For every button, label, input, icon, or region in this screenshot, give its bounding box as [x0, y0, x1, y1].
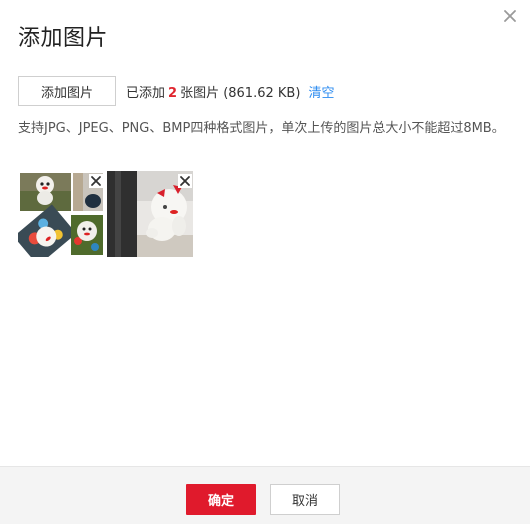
close-icon[interactable] — [502, 8, 518, 24]
dialog-footer: 确定 取消 — [0, 466, 530, 524]
status-suffix: 张图片 (861.62 KB) — [180, 85, 301, 101]
upload-row: 添加图片 已添加 2 张图片 (861.62 KB) 清空 — [18, 75, 335, 107]
image-count: 2 — [168, 85, 178, 101]
remove-icon[interactable] — [178, 174, 192, 188]
remove-icon[interactable] — [89, 174, 103, 188]
upload-status: 已添加 2 张图片 (861.62 KB) 清空 — [126, 82, 335, 101]
add-image-button[interactable]: 添加图片 — [18, 76, 116, 106]
format-hint: 支持JPG、JPEG、PNG、BMP四种格式图片，单次上传的图片总大小不能超过8… — [18, 121, 505, 136]
clear-link[interactable]: 清空 — [309, 86, 335, 101]
status-prefix: 已添加 — [126, 85, 166, 101]
dialog-title: 添加图片 — [18, 26, 109, 51]
cancel-button[interactable]: 取消 — [270, 484, 340, 515]
add-image-dialog: 添加图片 添加图片 已添加 2 张图片 (861.62 KB) 清空 支持JPG、J… — [0, 0, 530, 524]
ok-button[interactable]: 确定 — [186, 484, 256, 515]
